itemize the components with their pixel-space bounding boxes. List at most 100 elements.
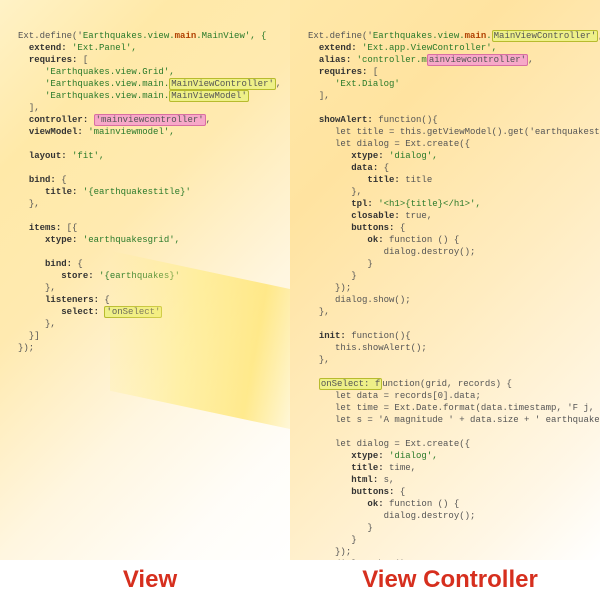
t: },	[351, 187, 362, 197]
t: ,	[276, 79, 281, 89]
t: 'controller.m	[351, 55, 427, 65]
t: {	[72, 259, 83, 269]
t: unction(grid, records) {	[382, 379, 512, 389]
t: xtype:	[45, 235, 77, 245]
t: ],	[29, 103, 40, 113]
t: title	[400, 175, 432, 185]
t: let dialog = Ext.create({	[335, 439, 470, 449]
t: '{earthquakes}'	[94, 271, 180, 281]
t: extend:	[319, 43, 357, 53]
t: dialog.destroy();	[384, 247, 476, 257]
t: 'dialog',	[384, 151, 438, 161]
highlight-controller-alias: 'mainviewcontroller'	[94, 114, 206, 126]
t: },	[29, 199, 40, 209]
t: function () {	[384, 499, 460, 509]
t: 'Ext.app.ViewController',	[357, 43, 497, 53]
caption-view-controller: View Controller	[300, 566, 600, 594]
t: bind:	[29, 175, 56, 185]
t: buttons:	[351, 223, 394, 233]
t: {	[378, 163, 389, 173]
t: store:	[61, 271, 93, 281]
t: xtype:	[351, 151, 383, 161]
t: }]	[29, 331, 40, 341]
t: closable:	[351, 211, 400, 221]
t: function(){	[346, 331, 411, 341]
highlight-onselect-listener: 'onSelect'	[104, 306, 162, 318]
slide: Ext.define('Earthquakes.view.main.MainVi…	[0, 0, 600, 600]
t: xtype:	[351, 451, 383, 461]
t: init:	[319, 331, 346, 341]
t: ,	[206, 115, 211, 125]
t: s,	[378, 475, 394, 485]
t: ,	[528, 55, 533, 65]
t: showAlert:	[319, 115, 373, 125]
t: });	[335, 283, 351, 293]
t: data:	[351, 163, 378, 173]
t: }	[367, 259, 372, 269]
t: this.showAlert();	[335, 343, 427, 353]
t: title:	[367, 175, 399, 185]
t: Ext.define('Earthquakes.view.main.MainVi…	[18, 31, 266, 41]
t: select:	[61, 307, 99, 317]
t: listeners:	[45, 295, 99, 305]
t: Ext.define('Earthquakes.view.main.MainVi…	[308, 30, 600, 42]
t: },	[45, 319, 56, 329]
t: bind:	[45, 259, 72, 269]
t: }	[351, 271, 356, 281]
highlight-classname: MainViewController'	[492, 30, 599, 42]
t: 'earthquakesgrid',	[77, 235, 180, 245]
t: function(){	[373, 115, 438, 125]
t: }	[367, 523, 372, 533]
t: controller:	[29, 115, 88, 125]
t: [{	[61, 223, 77, 233]
t: items:	[29, 223, 61, 233]
t: },	[319, 355, 330, 365]
t: title:	[351, 463, 383, 473]
t: });	[18, 343, 34, 353]
t: ok:	[367, 235, 383, 245]
t: 'Earthquakes.view.Grid',	[45, 67, 175, 77]
t: alias:	[319, 55, 351, 65]
t: 'Ext.Dialog'	[335, 79, 400, 89]
t: 'Earthquakes.view.main.	[45, 79, 169, 89]
t: let time = Ext.Date.format(data.timestam…	[335, 403, 600, 413]
t: {	[56, 175, 67, 185]
t: {	[394, 223, 405, 233]
t: dialog.show();	[335, 559, 411, 560]
t: requires:	[319, 67, 368, 77]
t: 'Ext.Panel',	[67, 43, 137, 53]
t: [	[367, 67, 378, 77]
t: }	[351, 535, 356, 545]
t: 'mainviewmodel',	[83, 127, 175, 137]
t: 'dialog',	[384, 451, 438, 461]
t: viewModel:	[29, 127, 83, 137]
highlight-mainviewmodel-ref: MainViewModel'	[169, 90, 249, 102]
view-code-panel: Ext.define('Earthquakes.view.main.MainVi…	[0, 0, 300, 560]
t: requires:	[29, 55, 78, 65]
t: function () {	[384, 235, 460, 245]
t: ok:	[367, 499, 383, 509]
t: layout:	[29, 151, 67, 161]
t: let dialog = Ext.create({	[335, 139, 470, 149]
t: },	[45, 283, 56, 293]
highlight-onselect-fn: onSelect: f	[319, 378, 382, 390]
t: {	[99, 295, 110, 305]
t: true,	[400, 211, 432, 221]
t: '<h1>{title}</h1>',	[373, 199, 481, 209]
viewcontroller-code-panel: Ext.define('Earthquakes.view.main.MainVi…	[290, 0, 600, 560]
t: 'Earthquakes.view.main.	[45, 91, 169, 101]
t: buttons:	[351, 487, 394, 497]
caption-view: View	[0, 566, 300, 594]
t: {	[394, 487, 405, 497]
t: tpl:	[351, 199, 373, 209]
t: ],	[319, 91, 330, 101]
highlight-alias: ainviewcontroller'	[427, 54, 528, 66]
t: dialog.show();	[335, 295, 411, 305]
t: },	[319, 307, 330, 317]
t: html:	[351, 475, 378, 485]
t: });	[335, 547, 351, 557]
t: let data = records[0].data;	[335, 391, 481, 401]
t: title:	[45, 187, 77, 197]
t: '{earthquakestitle}'	[77, 187, 190, 197]
t: let s = 'A magnitude ' + data.size + ' e…	[335, 415, 600, 425]
